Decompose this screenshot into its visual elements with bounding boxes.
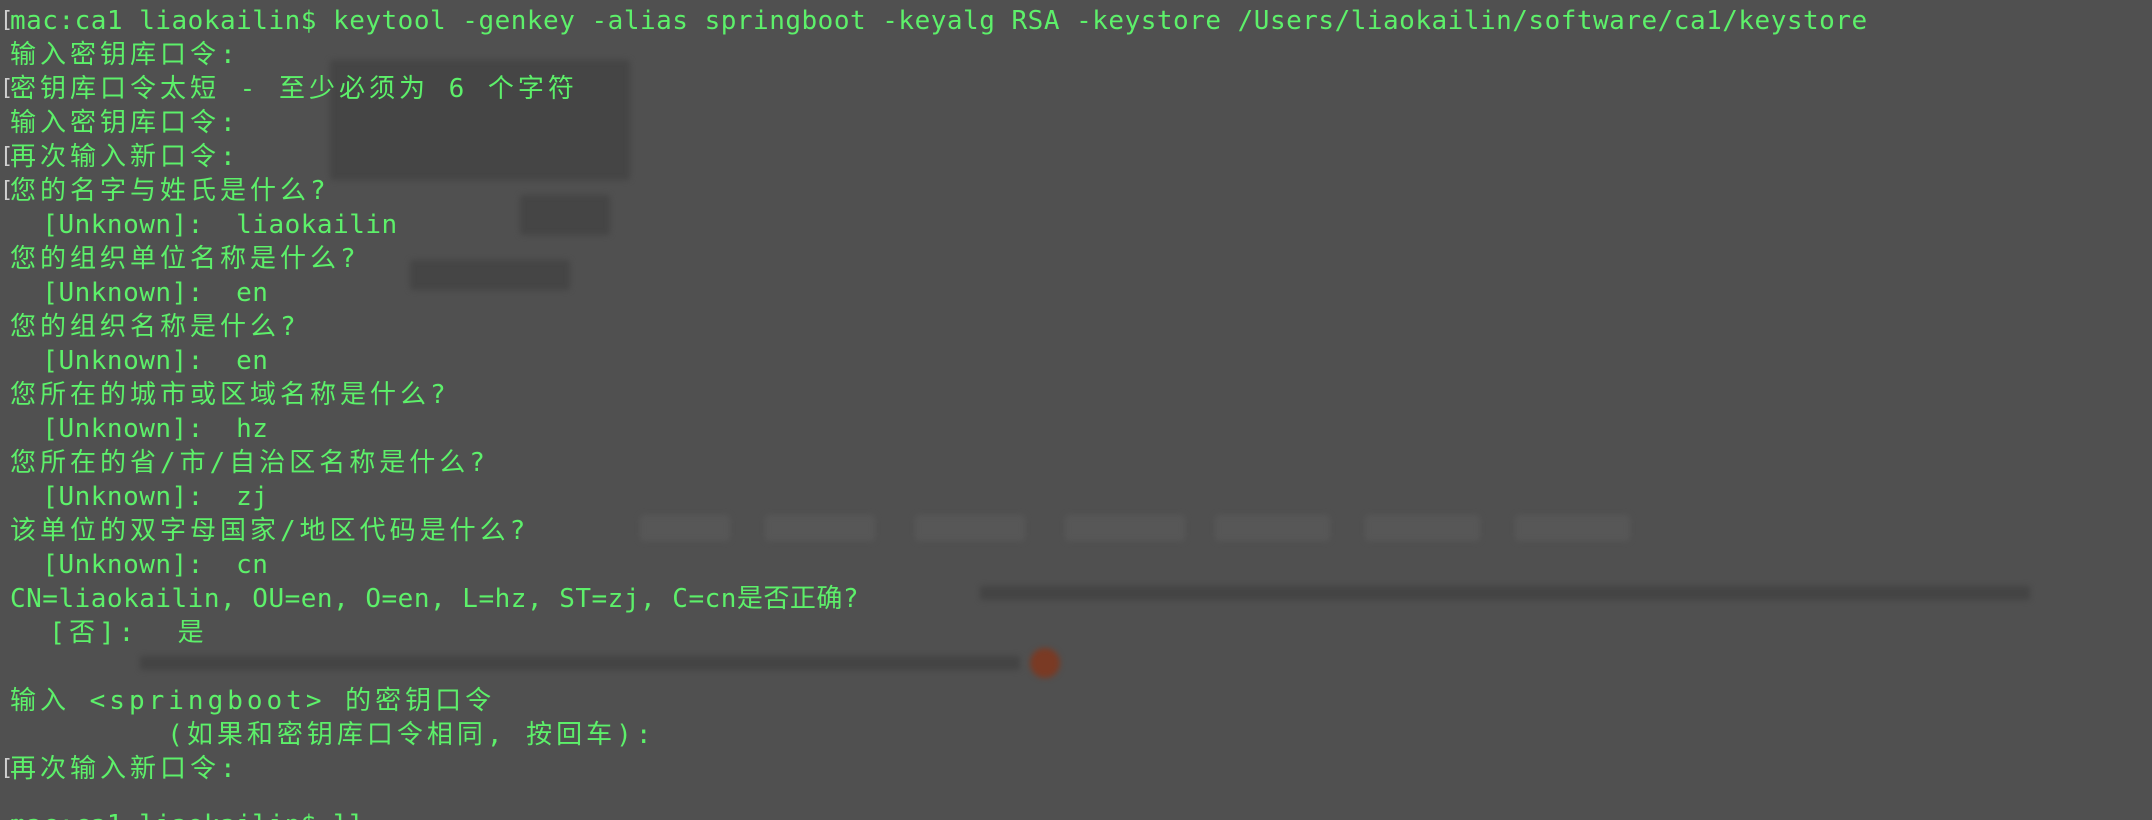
line-text: 输入 <springboot> 的密钥口令 (10, 686, 496, 716)
line-text: [Unknown]: cn (10, 550, 269, 580)
terminal-line: 输入 <springboot> 的密钥口令 (0, 684, 2152, 718)
terminal-line: 输入密钥库口令: (0, 38, 2152, 72)
terminal-line: 该单位的双字母国家/地区代码是什么? (0, 514, 2152, 548)
line-marker: [ (0, 76, 14, 101)
line-marker: [ (0, 756, 14, 781)
terminal-line: [Unknown]: en (0, 344, 2152, 378)
terminal-line: (如果和密钥库口令相同, 按回车): (0, 718, 2152, 752)
line-text: CN=liaokailin, OU=en, O=en, L=hz, ST=zj,… (10, 584, 860, 614)
line-text: 您所在的城市或区域名称是什么? (10, 380, 450, 410)
line-marker: [ (0, 178, 14, 203)
terminal-line: [Unknown]: zj (0, 480, 2152, 514)
terminal-line: [Unknown]: hz (0, 412, 2152, 446)
terminal-line: mac:ca1 liaokailin$ ll (0, 786, 2152, 820)
terminal-line: [Unknown]: liaokailin (0, 208, 2152, 242)
terminal-line: 您所在的省/市/自治区名称是什么? (0, 446, 2152, 480)
line-text: 再次输入新口令: (10, 142, 240, 172)
line-text: 该单位的双字母国家/地区代码是什么? (10, 516, 530, 546)
line-text: 输入密钥库口令: (10, 40, 240, 70)
line-text: [Unknown]: en (10, 346, 269, 376)
terminal-line: [Unknown]: en (0, 276, 2152, 310)
line-text: [Unknown]: hz (10, 414, 269, 444)
line-text: mac:ca1 liaokailin$ ll (10, 808, 365, 820)
line-text: 再次输入新口令: (10, 754, 240, 784)
line-text: [否]: 是 (10, 618, 208, 648)
line-text: mac:ca1 liaokailin$ keytool -genkey -ali… (10, 6, 1868, 36)
terminal-line: [密钥库口令太短 - 至少必须为 6 个字符 (0, 72, 2152, 106)
line-text: 您的组织名称是什么? (10, 312, 300, 342)
terminal-window[interactable]: [mac:ca1 liaokailin$ keytool -genkey -al… (0, 0, 2152, 820)
terminal-line: [Unknown]: cn (0, 548, 2152, 582)
line-text: 密钥库口令太短 - 至少必须为 6 个字符 (10, 74, 578, 104)
terminal-line: 您的组织单位名称是什么? (0, 242, 2152, 276)
terminal-line: 您的组织名称是什么? (0, 310, 2152, 344)
terminal-line: [您的名字与姓氏是什么? (0, 174, 2152, 208)
terminal-line: [mac:ca1 liaokailin$ keytool -genkey -al… (0, 4, 2152, 38)
line-text: 您的名字与姓氏是什么? (10, 176, 330, 206)
line-text: 输入密钥库口令: (10, 108, 240, 138)
terminal-line: [再次输入新口令: (0, 752, 2152, 786)
line-marker: [ (0, 144, 14, 169)
terminal-line: CN=liaokailin, OU=en, O=en, L=hz, ST=zj,… (0, 582, 2152, 616)
line-text: [Unknown]: liaokailin (10, 210, 398, 240)
line-text: (如果和密钥库口令相同, 按回车): (10, 720, 656, 750)
line-text: 您的组织单位名称是什么? (10, 244, 360, 274)
terminal-line: [再次输入新口令: (0, 140, 2152, 174)
terminal-line: 您所在的城市或区域名称是什么? (0, 378, 2152, 412)
line-text: 您所在的省/市/自治区名称是什么? (10, 448, 489, 478)
line-text: [Unknown]: zj (10, 482, 269, 512)
terminal-line: 输入密钥库口令: (0, 106, 2152, 140)
line-marker: [ (0, 8, 14, 33)
line-text: [Unknown]: en (10, 278, 269, 308)
terminal-line: [否]: 是 (0, 616, 2152, 650)
